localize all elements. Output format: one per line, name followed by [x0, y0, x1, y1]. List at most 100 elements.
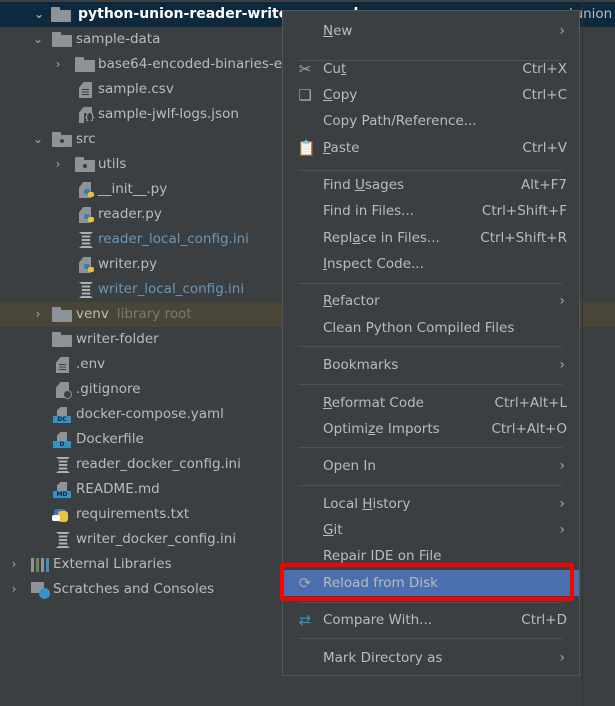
menu-item-label: Local History: [323, 496, 411, 512]
python-file-icon: [79, 182, 95, 198]
menu-item-paste[interactable]: 📋 Paste Ctrl+V: [283, 135, 579, 161]
submenu-arrow-icon: ›: [559, 357, 565, 373]
tree-item-label: sample-data: [76, 31, 161, 47]
menu-item-inspect-code[interactable]: Inspect Code...: [283, 251, 579, 277]
menu-item-clean-python[interactable]: Clean Python Compiled Files: [283, 315, 579, 341]
menu-item-bookmarks[interactable]: Bookmarks ›: [283, 352, 579, 378]
menu-separator: [298, 170, 562, 171]
package-folder-icon: [52, 132, 72, 147]
ignore-file-icon: [56, 382, 74, 399]
tree-item-label: Dockerfile: [76, 431, 144, 447]
menu-item-cut[interactable]: ✂ Cut Ctrl+X: [283, 56, 579, 82]
menu-separator: [298, 638, 562, 639]
text-file-icon: [56, 357, 69, 373]
folder-icon: [52, 307, 72, 322]
menu-item-find-in-files[interactable]: Find in Files... Ctrl+Shift+F: [283, 198, 579, 224]
tree-item-label: writer-folder: [76, 331, 159, 347]
menu-item-label: Find in Files...: [323, 203, 415, 219]
file-badge: DC: [53, 416, 71, 423]
menu-item-mark-directory[interactable]: Mark Directory as ›: [283, 645, 579, 671]
folder-icon: [51, 7, 71, 22]
menu-separator: [298, 485, 562, 486]
menu-item-label: New: [323, 23, 353, 39]
tree-item-label: reader_docker_config.ini: [76, 456, 241, 472]
menu-item-new[interactable]: New ›: [283, 18, 579, 44]
python-file-icon: [79, 257, 95, 273]
chevron-down-icon[interactable]: ⌄: [31, 127, 45, 152]
requirements-file-icon: [52, 507, 70, 523]
markdown-file-icon: MD: [53, 482, 71, 498]
docker-compose-icon: DC: [53, 407, 71, 423]
menu-item-label: Find Usages: [323, 177, 405, 193]
menu-item-reformat-code[interactable]: Reformat Code Ctrl+Alt+L: [283, 390, 579, 416]
menu-separator: [298, 384, 562, 385]
library-root-hint: library root: [116, 306, 192, 322]
submenu-arrow-icon: ›: [559, 496, 565, 512]
tree-item-label: Scratches and Consoles: [53, 581, 215, 597]
ini-file-icon: [79, 282, 93, 298]
ini-file-icon: [56, 457, 70, 473]
tree-item-label: .gitignore: [76, 381, 141, 397]
menu-item-local-history[interactable]: Local History ›: [283, 491, 579, 517]
tree-item-label: src: [76, 131, 96, 147]
submenu-arrow-icon: ›: [559, 293, 565, 309]
menu-shortcut: Alt+F7: [521, 177, 567, 193]
menu-separator: [298, 346, 562, 347]
folder-icon: [75, 57, 95, 72]
chevron-right-icon[interactable]: ›: [51, 52, 65, 77]
tree-item-label: writer_local_config.ini: [98, 281, 245, 297]
submenu-arrow-icon: ›: [559, 458, 565, 474]
menu-separator: [298, 447, 562, 448]
folder-icon: [52, 332, 72, 347]
file-badge: MD: [53, 491, 71, 498]
tree-item-label: README.md: [76, 481, 160, 497]
tree-item-label: requirements.txt: [76, 506, 190, 522]
chevron-right-icon[interactable]: ›: [7, 552, 21, 577]
submenu-arrow-icon: ›: [559, 23, 565, 39]
menu-shortcut: Ctrl+X: [522, 61, 567, 77]
text-file-icon: [79, 82, 92, 98]
menu-item-label: Optimize Imports: [323, 421, 440, 437]
menu-item-label: Copy Path/Reference...: [323, 113, 477, 129]
menu-item-git[interactable]: Git ›: [283, 517, 579, 543]
annotation-highlight-box: [280, 563, 574, 601]
menu-item-label: Clean Python Compiled Files: [323, 320, 515, 336]
submenu-arrow-icon: ›: [559, 650, 565, 666]
venv-label: venv: [76, 306, 109, 322]
menu-item-optimize-imports[interactable]: Optimize Imports Ctrl+Alt+O: [283, 416, 579, 442]
menu-shortcut: Ctrl+C: [522, 87, 567, 103]
python-file-icon: [79, 207, 95, 223]
menu-item-label: Open In: [323, 458, 376, 474]
chevron-right-icon[interactable]: ›: [51, 152, 65, 177]
menu-item-label: Copy: [323, 87, 358, 103]
menu-shortcut: Ctrl+Alt+O: [491, 421, 567, 437]
menu-item-copy[interactable]: ❏ Copy Ctrl+C: [283, 82, 579, 108]
menu-item-label: Bookmarks: [323, 357, 399, 373]
json-file-icon: {}: [79, 107, 97, 123]
tree-item-label: External Libraries: [53, 556, 172, 572]
clipboard-icon: 📋: [297, 139, 316, 157]
menu-item-refactor[interactable]: Refactor ›: [283, 288, 579, 314]
tree-item-label: sample.csv: [98, 81, 174, 97]
menu-item-replace-in-files[interactable]: Replace in Files... Ctrl+Shift+R: [283, 225, 579, 251]
scissors-icon: ✂: [298, 60, 312, 78]
chevron-right-icon[interactable]: ›: [31, 302, 45, 327]
menu-item-label: Compare With...: [323, 612, 433, 628]
menu-shortcut: Ctrl+Shift+F: [481, 203, 567, 219]
menu-shortcut: Ctrl+Alt+L: [494, 395, 567, 411]
chevron-down-icon[interactable]: ⌄: [32, 2, 46, 27]
chevron-right-icon[interactable]: ›: [7, 577, 21, 602]
menu-item-copy-path[interactable]: Copy Path/Reference...: [283, 108, 579, 134]
menu-item-open-in[interactable]: Open In ›: [283, 453, 579, 479]
chevron-down-icon[interactable]: ⌄: [31, 27, 45, 52]
menu-item-label: Paste: [323, 140, 360, 156]
menu-item-compare-with[interactable]: ⇄ Compare With... Ctrl+D: [283, 607, 579, 633]
scratches-icon: [31, 582, 50, 599]
folder-icon: [52, 32, 72, 47]
menu-separator: [298, 602, 562, 603]
tree-item-label: venv library root: [76, 302, 192, 327]
menu-item-find-usages[interactable]: Find Usages Alt+F7: [283, 172, 579, 198]
menu-item-label: Refactor: [323, 293, 380, 309]
menu-item-label: Inspect Code...: [323, 256, 424, 272]
menu-item-label: Mark Directory as: [323, 650, 443, 666]
